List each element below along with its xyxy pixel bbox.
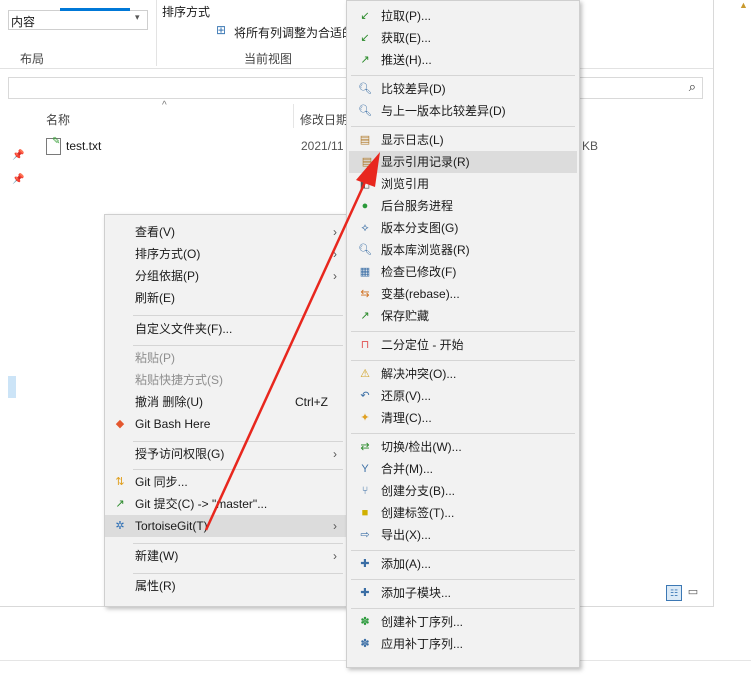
arrow-head xyxy=(356,152,380,187)
annotation-arrow xyxy=(204,152,380,531)
arrow-shaft xyxy=(204,179,368,531)
